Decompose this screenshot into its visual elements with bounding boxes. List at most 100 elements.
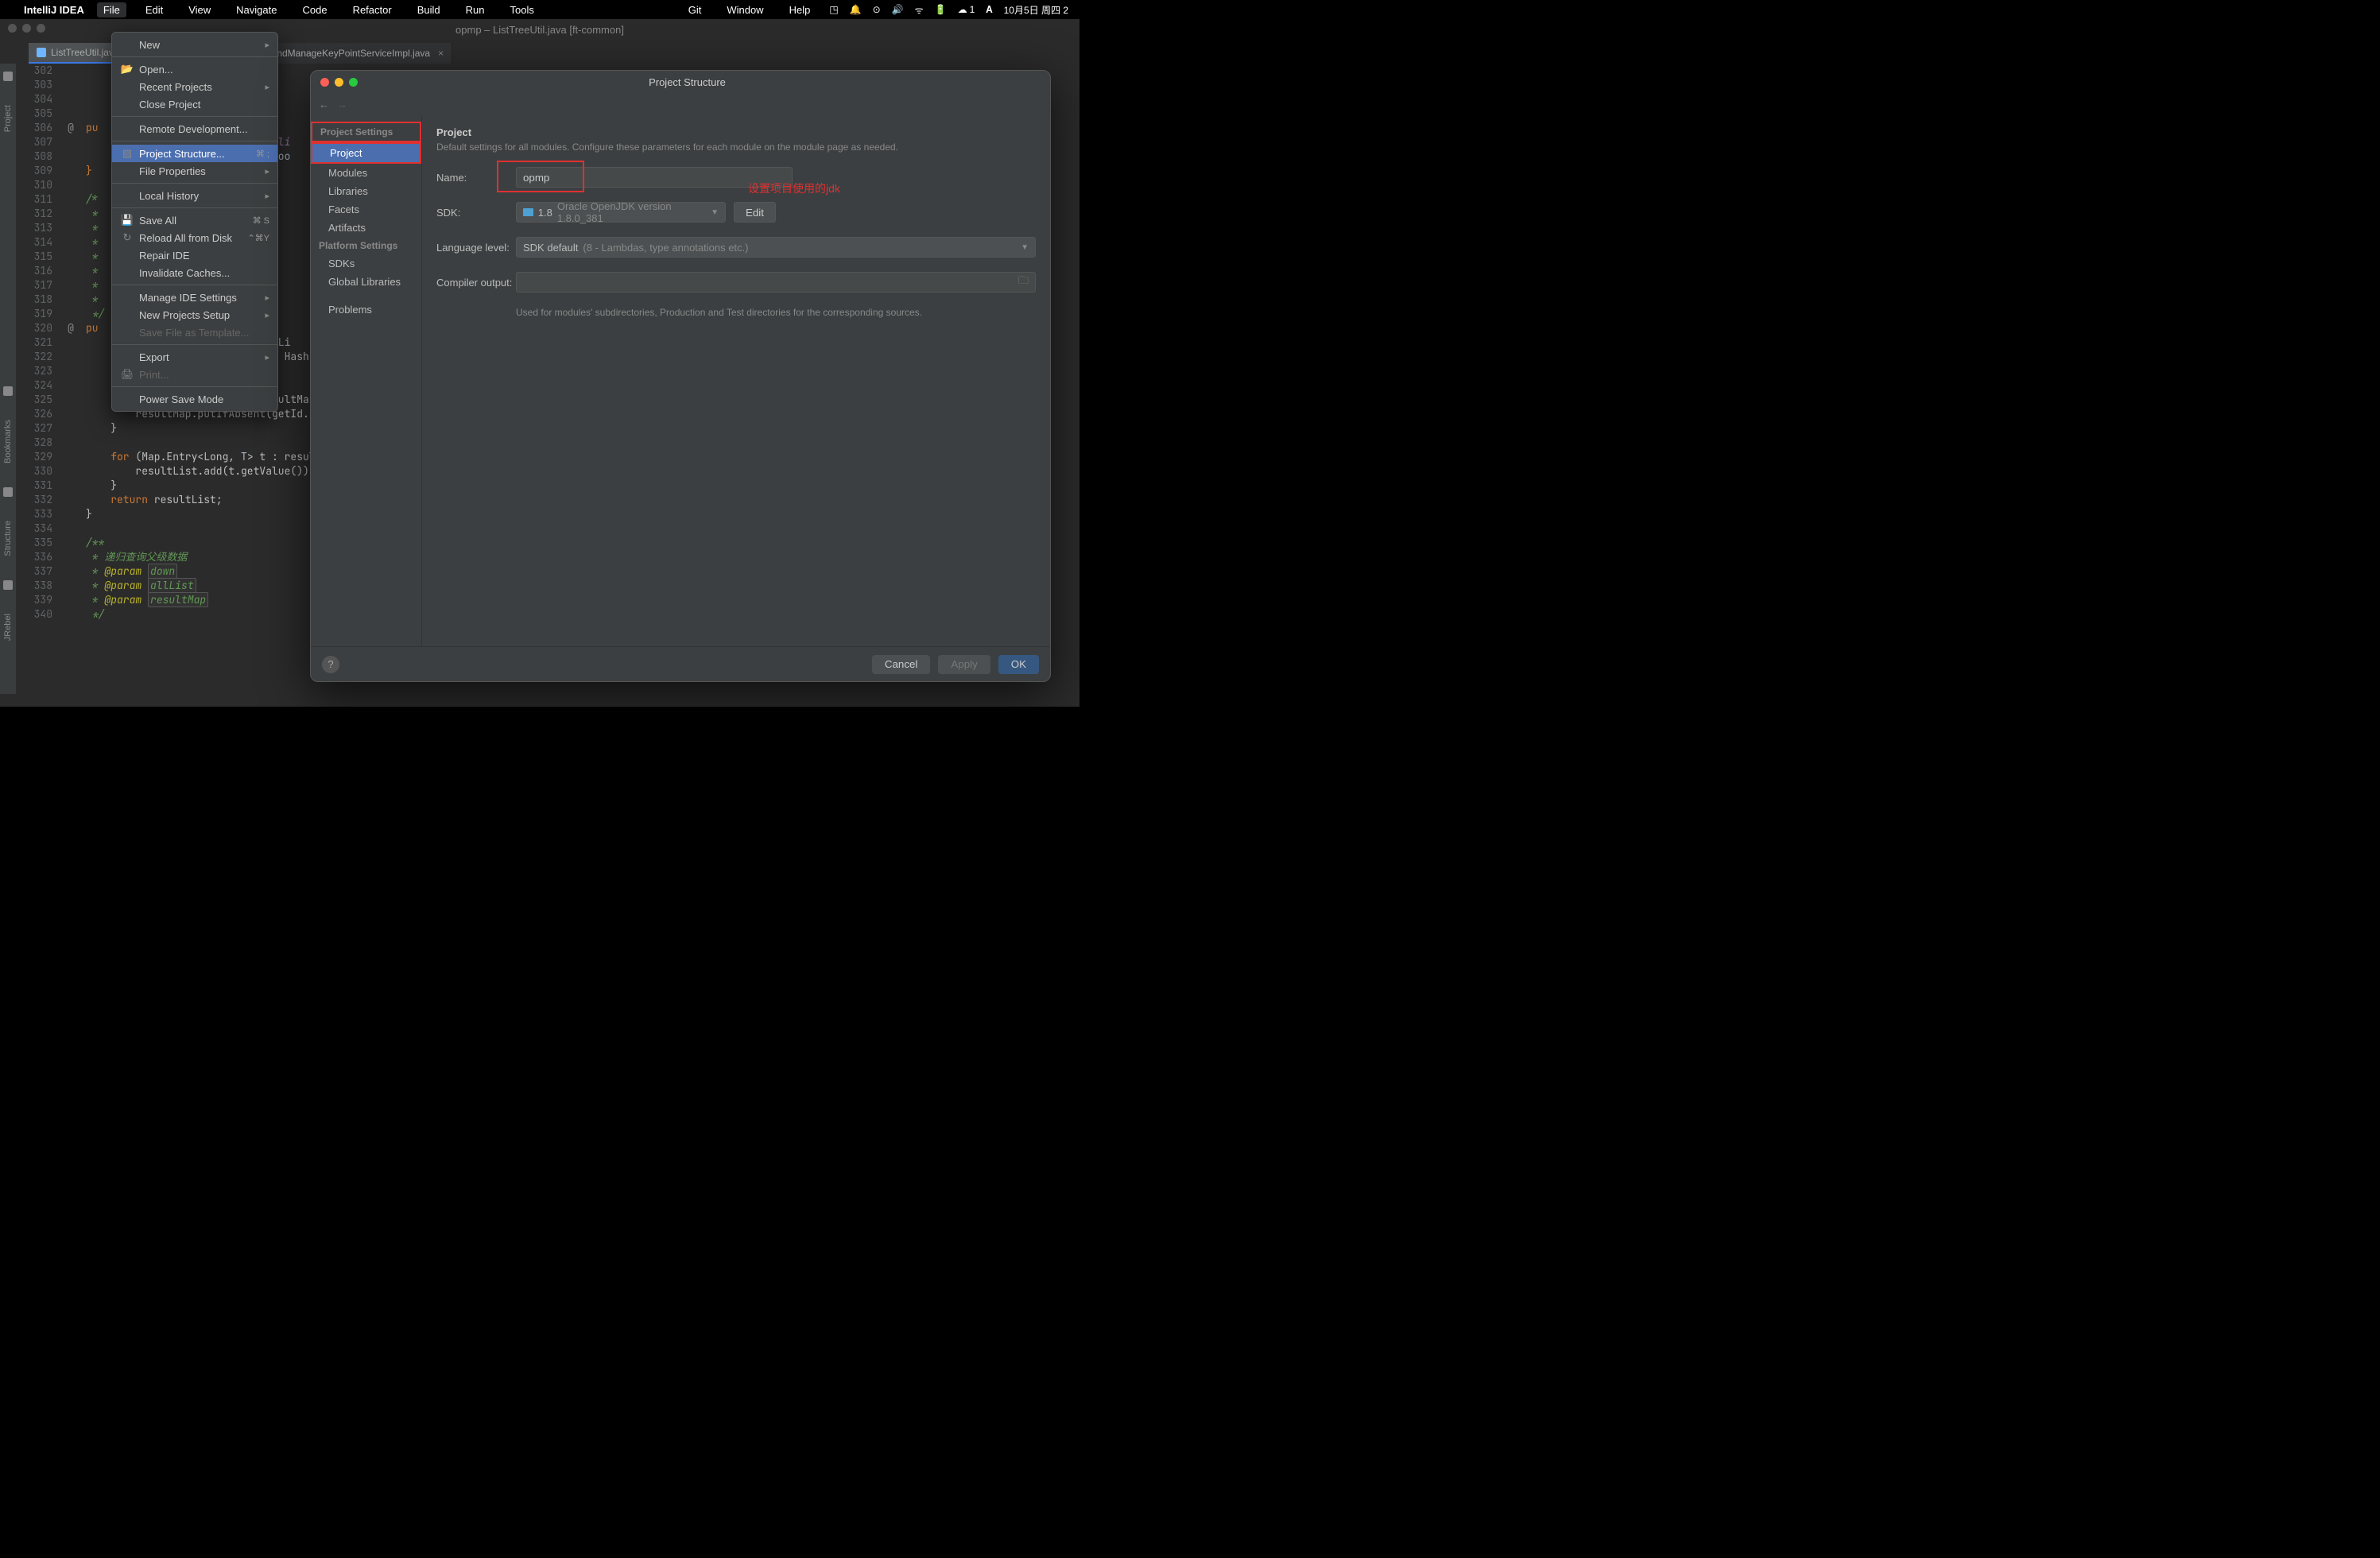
structure-tool-icon[interactable] — [3, 487, 13, 497]
rail-jrebel[interactable]: JRebel — [3, 614, 13, 641]
close-icon[interactable]: × — [438, 48, 444, 59]
battery-icon[interactable]: 🔋 — [935, 4, 947, 15]
menu-refactor[interactable]: Refactor — [347, 2, 398, 17]
bookmarks-tool-icon[interactable] — [3, 386, 13, 396]
line-number: 328 — [29, 436, 60, 450]
nav-forward-icon: → — [337, 99, 347, 110]
menu-git[interactable]: Git — [682, 2, 708, 17]
menu-navigate[interactable]: Navigate — [230, 2, 283, 17]
line-number: 331 — [29, 479, 60, 493]
line-number: 306 — [29, 121, 60, 135]
filemenu-item[interactable]: Remote Development... — [112, 120, 277, 138]
filemenu-item[interactable]: File Properties ▸ — [112, 162, 277, 180]
cancel-button[interactable]: Cancel — [872, 655, 931, 674]
menu-help[interactable]: Help — [783, 2, 817, 17]
menu-edit[interactable]: Edit — [139, 2, 169, 17]
code-content: } — [81, 164, 92, 178]
dialog-sidebar: Project Settings Project Modules Librari… — [311, 115, 422, 646]
gutter-mark — [60, 221, 81, 235]
sidebar-item-global-libraries[interactable]: Global Libraries — [311, 273, 421, 291]
line-number: 318 — [29, 293, 60, 307]
chevron-right-icon: ▸ — [265, 310, 269, 320]
chevron-right-icon: ▸ — [265, 166, 269, 176]
filemenu-item[interactable]: Local History▸ — [112, 187, 277, 204]
chevron-right-icon: ▸ — [265, 352, 269, 362]
menu-code[interactable]: Code — [296, 2, 333, 17]
gutter-mark — [60, 92, 81, 107]
notification-icon[interactable]: 🔔 — [850, 4, 862, 15]
filemenu-item[interactable]: 💾Save All⌘ S — [112, 211, 277, 229]
browse-folder-icon[interactable]: 🗀 — [1018, 273, 1029, 291]
line-number: 305 — [29, 107, 60, 121]
filemenu-item[interactable]: New Projects Setup▸ — [112, 306, 277, 324]
apply-button[interactable]: Apply — [938, 655, 990, 674]
filemenu-item[interactable]: Export▸ — [112, 348, 277, 366]
help-button[interactable]: ? — [322, 656, 339, 673]
filemenu-item[interactable]: Close Project — [112, 95, 277, 113]
sidebar-item-problems[interactable]: Problems — [311, 300, 421, 319]
sidebar-item-project[interactable]: Project — [311, 142, 421, 164]
sidebar-item-artifacts[interactable]: Artifacts — [311, 219, 421, 237]
wechat-icon[interactable]: ☁ 1 — [958, 4, 975, 15]
filemenu-item[interactable]: 📂 Open... — [112, 60, 277, 78]
filemenu-item[interactable]: ↻Reload All from Disk⌃⌘Y — [112, 229, 277, 246]
line-number: 321 — [29, 335, 60, 350]
toolbox-icon[interactable]: ◳ — [829, 4, 838, 15]
sdk-version-short: 1.8 — [538, 207, 552, 219]
gutter-mark — [60, 464, 81, 479]
filemenu-item[interactable]: Invalidate Caches... — [112, 264, 277, 281]
language-level-select[interactable]: SDK default (8 - Lambdas, type annotatio… — [516, 237, 1036, 258]
ok-button[interactable]: OK — [998, 655, 1039, 674]
menu-item-label: Save File as Template... — [139, 327, 250, 339]
line-number: 334 — [29, 521, 60, 536]
line-number: 325 — [29, 393, 60, 407]
filemenu-item[interactable]: New▸ — [112, 36, 277, 53]
jrebel-tool-icon[interactable] — [3, 580, 13, 590]
menu-build[interactable]: Build — [411, 2, 447, 17]
line-number: 317 — [29, 278, 60, 293]
filemenu-item[interactable]: Manage IDE Settings▸ — [112, 289, 277, 306]
chevron-down-icon: ▼ — [711, 208, 719, 217]
filemenu-item[interactable]: Recent Projects▸ — [112, 78, 277, 95]
menu-item-icon: 📂 — [122, 64, 133, 75]
input-icon[interactable]: 𝐀 — [986, 4, 992, 16]
volume-icon[interactable]: 🔊 — [892, 4, 904, 15]
menu-item-icon: 💾 — [122, 215, 133, 226]
menu-file[interactable]: File — [97, 2, 126, 17]
menu-item-label: Power Save Mode — [139, 393, 223, 405]
rail-structure[interactable]: Structure — [3, 521, 13, 556]
menu-run[interactable]: Run — [459, 2, 491, 17]
menu-view[interactable]: View — [182, 2, 217, 17]
rail-project[interactable]: Project — [3, 105, 13, 132]
menu-window[interactable]: Window — [720, 2, 769, 17]
menu-separator — [112, 207, 277, 208]
dialog-traffic-lights[interactable] — [311, 78, 358, 87]
wifi-icon[interactable]: ᯤ — [915, 3, 924, 17]
filemenu-item[interactable]: ▧Project Structure...⌘ ; — [112, 145, 277, 162]
gutter-mark — [60, 536, 81, 550]
dialog-title: Project Structure — [358, 76, 1050, 88]
filemenu-item[interactable]: Repair IDE — [112, 246, 277, 264]
sidebar-item-facets[interactable]: Facets — [311, 200, 421, 219]
filemenu-item[interactable]: Power Save Mode — [112, 390, 277, 408]
line-number: 330 — [29, 464, 60, 479]
menu-item-label: File Properties — [139, 165, 206, 177]
menu-tools[interactable]: Tools — [503, 2, 540, 17]
compiler-output-input[interactable]: 🗀 — [516, 272, 1036, 293]
edit-sdk-button[interactable]: Edit — [734, 202, 776, 223]
menu-item-label: Open... — [139, 64, 173, 76]
app-name: IntelliJ IDEA — [24, 4, 84, 16]
gutter-mark — [60, 364, 81, 378]
sidebar-item-libraries[interactable]: Libraries — [311, 182, 421, 200]
line-number: 311 — [29, 192, 60, 207]
sdk-select[interactable]: 1.8 Oracle OpenJDK version 1.8.0_381 ▼ — [516, 202, 726, 223]
sidebar-item-modules[interactable]: Modules — [311, 164, 421, 182]
play-icon[interactable]: ⊙ — [873, 4, 881, 15]
project-tool-icon[interactable] — [3, 72, 13, 81]
name-label: Name: — [436, 172, 516, 184]
nav-back-icon[interactable]: ← — [319, 99, 329, 110]
sidebar-item-sdks[interactable]: SDKs — [311, 254, 421, 273]
rail-bookmarks[interactable]: Bookmarks — [3, 420, 13, 463]
window-traffic-lights[interactable] — [8, 24, 45, 33]
code-content: * 递归查询父级数据 — [81, 550, 187, 564]
